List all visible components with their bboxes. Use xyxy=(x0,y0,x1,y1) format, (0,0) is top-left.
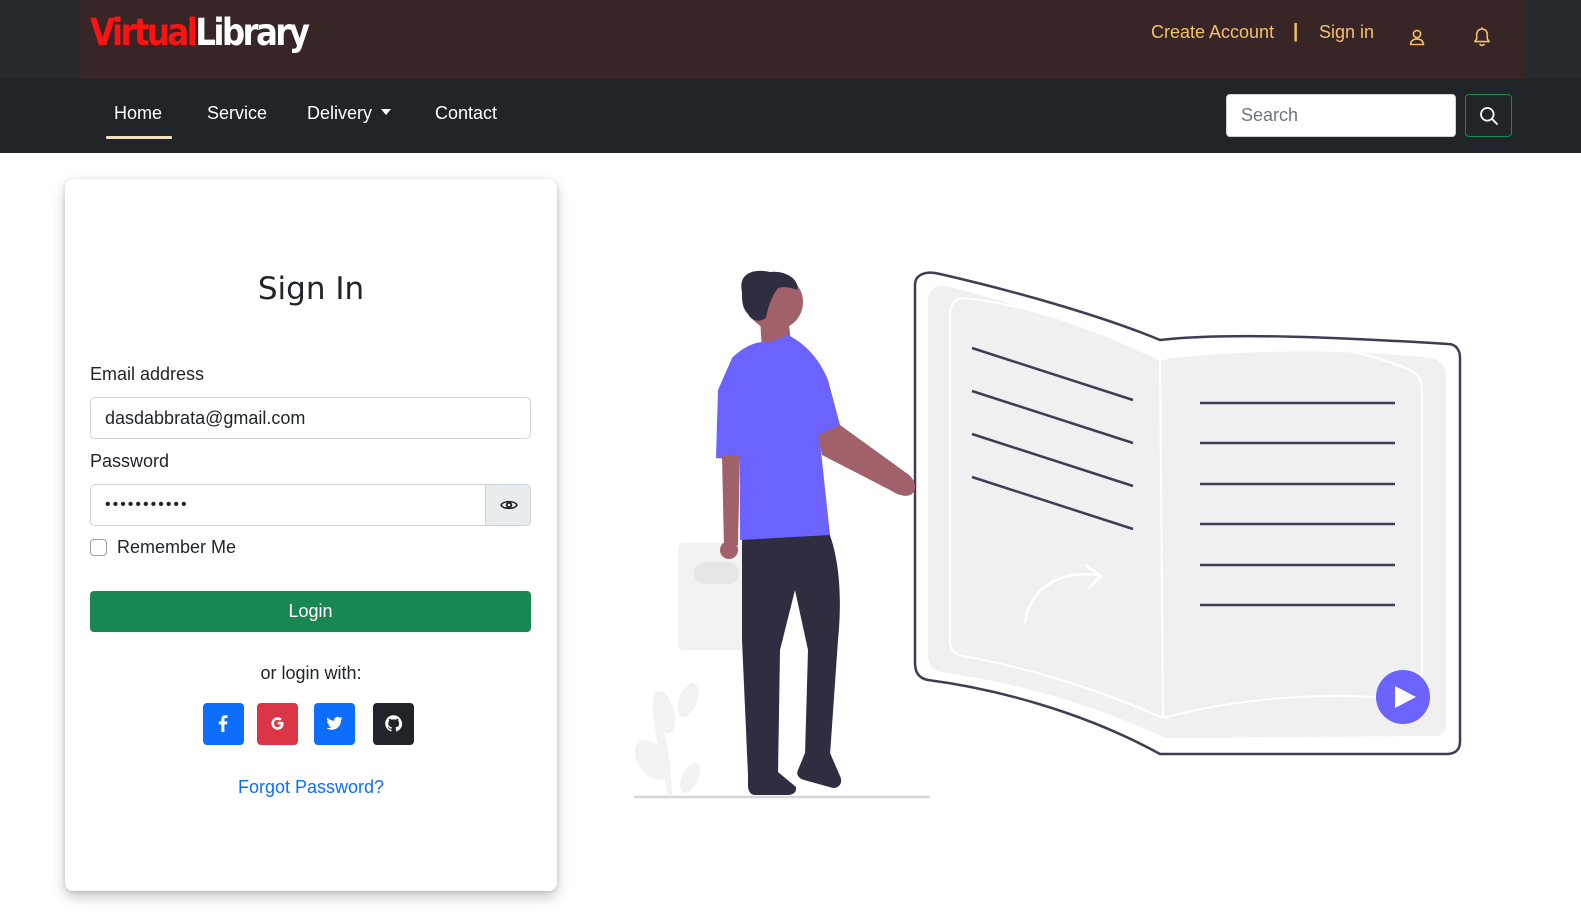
twitter-icon xyxy=(326,716,343,730)
signin-title: Sign In xyxy=(257,271,365,307)
nav-item-service[interactable]: Service xyxy=(207,103,267,124)
google-icon xyxy=(271,717,284,730)
main-navbar: Home Service Delivery Contact xyxy=(0,79,1581,153)
logo-text-virtual: Virtual xyxy=(90,11,198,54)
password-field[interactable]: ••••••••••• xyxy=(90,484,486,526)
caret-down-icon xyxy=(381,109,392,115)
nav-item-delivery-label: Delivery xyxy=(307,103,373,123)
password-group: ••••••••••• xyxy=(90,484,531,526)
github-login-button[interactable] xyxy=(373,703,414,745)
password-label: Password xyxy=(90,451,170,471)
search-button[interactable] xyxy=(1465,94,1512,137)
person-figure xyxy=(678,270,916,795)
plant-decoration xyxy=(634,682,700,795)
twitter-login-button[interactable] xyxy=(314,703,355,745)
google-login-button[interactable] xyxy=(257,703,298,745)
top-header: VirtualLibrary Create Account | Sign in xyxy=(0,0,1581,79)
user-icon[interactable] xyxy=(1406,26,1428,48)
logo-text-library: Library xyxy=(195,11,310,54)
nav-item-contact[interactable]: Contact xyxy=(435,103,497,124)
nav-item-delivery[interactable]: Delivery xyxy=(307,103,392,124)
brand-logo[interactable]: VirtualLibrary xyxy=(90,8,310,58)
facebook-login-button[interactable] xyxy=(203,703,244,745)
sign-in-link[interactable]: Sign in xyxy=(1319,22,1374,43)
nav-item-home[interactable]: Home xyxy=(114,103,162,124)
facebook-icon xyxy=(218,715,228,732)
forgot-password-link[interactable]: Forgot Password? xyxy=(65,777,557,798)
nav-active-indicator xyxy=(106,136,172,139)
bell-icon[interactable] xyxy=(1471,26,1493,48)
signin-card: Sign In Email address dasdabbrata@gmail.… xyxy=(65,179,557,891)
eye-icon xyxy=(500,500,518,510)
create-account-link[interactable]: Create Account xyxy=(1151,22,1274,43)
password-visibility-toggle[interactable] xyxy=(485,484,531,526)
remember-me-checkbox[interactable] xyxy=(90,539,107,556)
search-input[interactable] xyxy=(1226,94,1456,137)
email-label: Email address xyxy=(90,364,205,384)
or-login-with-text: or login with: xyxy=(260,663,362,683)
reading-person-illustration xyxy=(634,270,1462,799)
remember-me-label[interactable]: Remember Me xyxy=(117,537,236,558)
login-button[interactable]: Login xyxy=(90,591,531,632)
top-header-inner: VirtualLibrary Create Account | Sign in xyxy=(80,0,1526,79)
github-icon xyxy=(385,715,403,732)
top-nav-separator: | xyxy=(1293,21,1299,42)
search-icon xyxy=(1480,107,1498,125)
email-field[interactable]: dasdabbrata@gmail.com xyxy=(90,397,531,439)
